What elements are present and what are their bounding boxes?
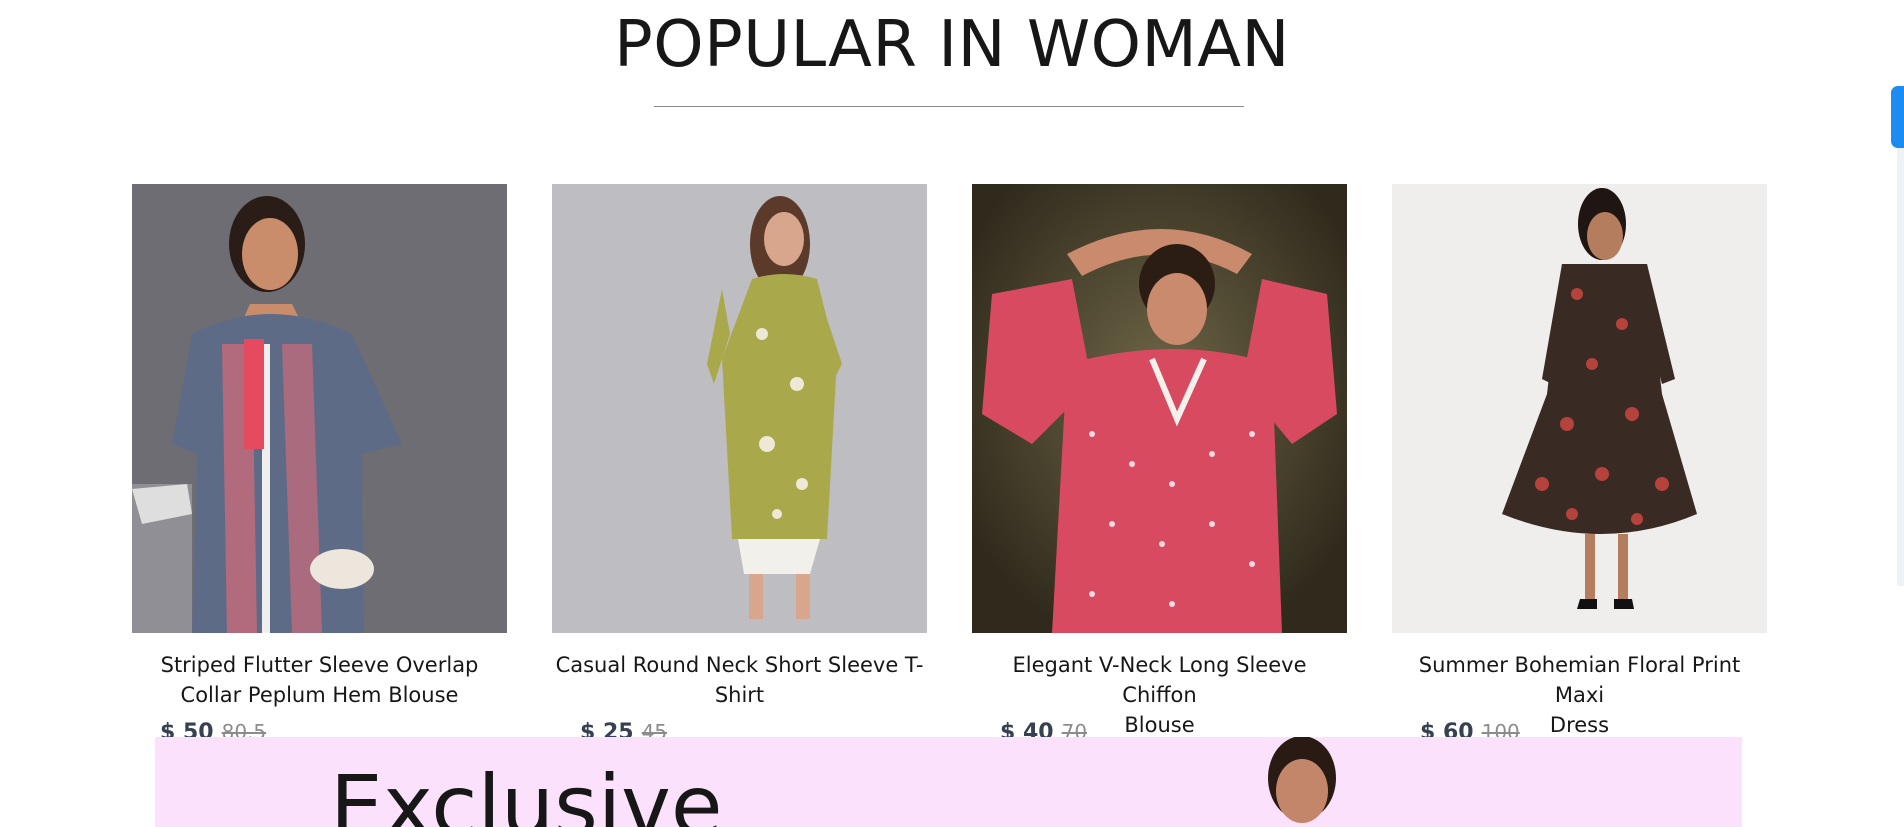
exclusive-banner[interactable]: Exclusive (155, 737, 1742, 827)
product-image[interactable] (972, 184, 1347, 633)
section-title: POPULAR IN WOMAN (614, 8, 1290, 82)
product-name-line: Casual Round Neck Short Sleeve T- (555, 653, 924, 677)
scrollbar-thumb[interactable] (1891, 86, 1904, 148)
product-card[interactable]: Striped Flutter Sleeve Overlap Collar Pe… (132, 184, 507, 745)
woman-kurta-photo-icon (132, 184, 507, 633)
title-divider (654, 106, 1244, 107)
product-name[interactable]: Striped Flutter Sleeve Overlap Collar Pe… (132, 650, 507, 710)
product-name-line: Elegant V-Neck Long Sleeve Chiffon (1012, 653, 1307, 707)
product-image[interactable] (552, 184, 927, 633)
product-name-line: Shirt (714, 683, 765, 707)
product-card[interactable]: Elegant V-Neck Long Sleeve Chiffon Blous… (972, 184, 1347, 745)
product-name-line: Collar Peplum Hem Blouse (180, 683, 459, 707)
product-card[interactable]: Summer Bohemian Floral Print Maxi Dress … (1392, 184, 1767, 745)
product-name-line: Striped Flutter Sleeve Overlap (160, 653, 479, 677)
product-image[interactable] (1392, 184, 1767, 633)
woman-floral-dress-photo-icon (1392, 184, 1767, 633)
product-image[interactable] (132, 184, 507, 633)
product-name-line: Summer Bohemian Floral Print Maxi (1418, 653, 1741, 707)
banner-title: Exclusive (330, 757, 723, 827)
woman-pink-top-photo-icon (972, 184, 1347, 633)
scrollbar-track[interactable] (1897, 86, 1904, 586)
product-name[interactable]: Casual Round Neck Short Sleeve T- Shirt (552, 650, 927, 710)
product-card[interactable]: Casual Round Neck Short Sleeve T- Shirt … (552, 184, 927, 745)
woman-green-kurta-photo-icon (552, 184, 927, 633)
banner-model-photo-icon (1268, 737, 1336, 823)
